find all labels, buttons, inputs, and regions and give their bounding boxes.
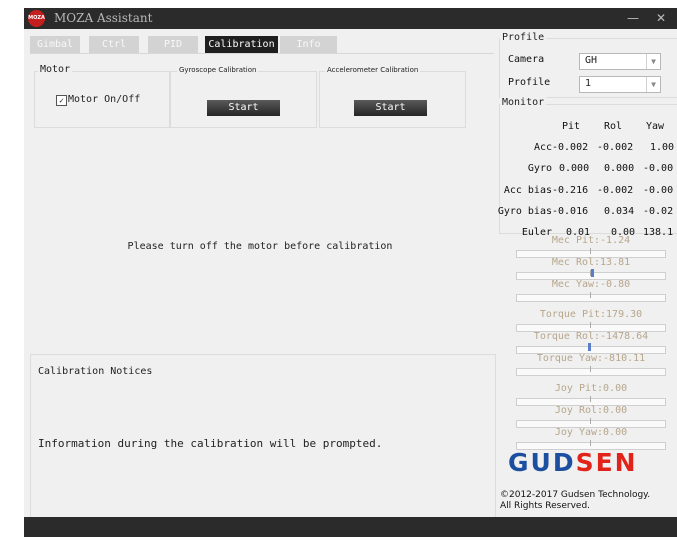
copyright-text: ©2012-2017 Gudsen Technology. All Rights… <box>500 490 650 512</box>
motor-onoff-checkbox[interactable]: ✓ <box>56 95 67 106</box>
meter-center-tick <box>590 418 591 424</box>
calibration-tab-panel: Motor ✓ Motor On/Off Gyroscope Calibrati… <box>30 53 494 354</box>
meter-label: Torque Rol:-1478.64 <box>533 331 649 342</box>
gyro-start-button[interactable]: Start <box>207 100 280 116</box>
profile-group: Profile Camera GH ▼ Profile 1 ▼ <box>499 32 677 98</box>
moza-logo-icon: MOZA <box>28 10 45 27</box>
gyro-calibration-label: Gyroscope Calibration <box>177 66 259 74</box>
calibration-notices-panel: Calibration Notices Information during t… <box>30 354 496 528</box>
monitor-value: -0.00 <box>643 163 674 174</box>
monitor-row-label: Gyro <box>527 163 552 174</box>
tab-pid[interactable]: PID <box>148 36 198 53</box>
monitor-value: -0.002 <box>597 142 634 153</box>
monitor-value: 0.000 <box>604 163 635 174</box>
meter-center-tick <box>590 396 591 402</box>
profile-group-label: Profile <box>500 32 547 43</box>
notices-message: Information during the calibration will … <box>38 437 383 450</box>
monitor-value: -0.02 <box>643 206 674 217</box>
meter-label: Joy Rol:0.00 <box>554 405 628 416</box>
monitor-value: 1.00 <box>650 142 675 153</box>
profile-select-value: 1 <box>585 78 592 89</box>
meter-label: Mec Rol:13.81 <box>551 257 631 268</box>
gyro-calibration-group: Gyroscope Calibration Start <box>170 66 317 128</box>
monitor-row-label: Acc bias <box>503 185 552 196</box>
meter-center-tick <box>590 248 591 254</box>
brand-part1: GUD <box>508 448 576 477</box>
meter-fill <box>591 269 594 277</box>
monitor-value: 0.000 <box>559 163 590 174</box>
monitor-row-label: Gyro bias <box>497 206 552 217</box>
copyright-line2: All Rights Reserved. <box>500 501 591 511</box>
monitor-value: -0.016 <box>552 206 589 217</box>
camera-label: Camera <box>508 54 545 65</box>
tab-info[interactable]: Info <box>280 36 337 53</box>
monitor-col-rol: Rol <box>604 121 623 132</box>
motor-group: Motor ✓ Motor On/Off <box>34 64 170 128</box>
monitor-row-label: Acc <box>533 142 552 153</box>
meter-bar <box>516 292 666 302</box>
close-button[interactable]: ✕ <box>649 9 673 28</box>
title-bar[interactable]: MOZA MOZA Assistant — ✕ <box>24 8 677 29</box>
monitor-value: -0.002 <box>552 142 589 153</box>
app-window: MOZA MOZA Assistant — ✕ Gimbal Ctrl PID … <box>24 8 677 537</box>
meter-fill <box>588 343 591 351</box>
chevron-down-icon[interactable]: ▼ <box>646 77 660 92</box>
monitor-col-pit: Pit <box>562 121 581 132</box>
window-title: MOZA Assistant <box>54 11 153 25</box>
monitor-value: -0.002 <box>597 185 634 196</box>
profile-select[interactable]: 1 ▼ <box>579 76 661 93</box>
status-bar <box>24 517 677 537</box>
monitor-group-label: Monitor <box>500 97 547 108</box>
monitor-group: Monitor Pit Rol Yaw Acc -0.002 -0.002 1.… <box>497 97 677 238</box>
brand-part2: SEN <box>575 448 638 477</box>
accel-calibration-group: Accelerometer Calibration Start <box>319 66 466 128</box>
meter-center-tick <box>590 366 591 372</box>
accel-start-button[interactable]: Start <box>354 100 427 116</box>
tab-ctrl[interactable]: Ctrl <box>89 36 139 53</box>
meter-label: Joy Pit:0.00 <box>554 383 628 394</box>
calibration-message: Please turn off the motor before calibra… <box>127 241 393 252</box>
profile-label: Profile <box>508 77 551 88</box>
motor-onoff-label[interactable]: Motor On/Off <box>68 94 140 105</box>
meter-label: Torque Pit:179.30 <box>539 309 643 320</box>
monitor-value: -0.00 <box>643 185 674 196</box>
chevron-down-icon[interactable]: ▼ <box>646 54 660 69</box>
meter-center-tick <box>590 440 591 446</box>
meter-center-tick <box>590 322 591 328</box>
meter-label: Torque Yaw:-810.11 <box>536 353 646 364</box>
accel-calibration-label: Accelerometer Calibration <box>325 66 421 74</box>
monitor-value: -0.216 <box>552 185 589 196</box>
monitor-col-yaw: Yaw <box>646 121 665 132</box>
tab-calibration[interactable]: Calibration <box>205 36 278 53</box>
tab-gimbal[interactable]: Gimbal <box>30 36 80 53</box>
meter-label: Joy Yaw:0.00 <box>554 427 628 438</box>
meter-center-tick <box>590 292 591 298</box>
copyright-line1: ©2012-2017 Gudsen Technology. <box>500 490 651 500</box>
monitor-value: 0.034 <box>604 206 635 217</box>
meter-bar <box>516 366 666 376</box>
meter-label: Mec Yaw:-0.80 <box>551 279 631 290</box>
gudsen-logo: GUDSEN <box>508 448 638 477</box>
notices-title: Calibration Notices <box>38 366 153 377</box>
meter-label: Mec Pit:-1.24 <box>551 235 631 246</box>
motor-group-label: Motor <box>38 64 73 75</box>
minimize-button[interactable]: — <box>621 9 645 28</box>
camera-select-value: GH <box>585 55 598 66</box>
camera-select[interactable]: GH ▼ <box>579 53 661 70</box>
